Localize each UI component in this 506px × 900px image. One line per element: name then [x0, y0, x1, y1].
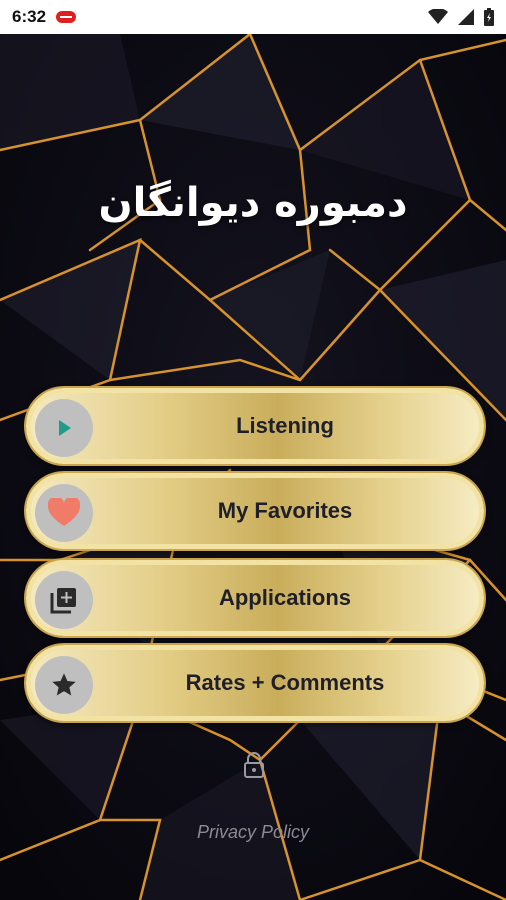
- my-favorites-label: My Favorites: [217, 498, 353, 523]
- wifi-icon: [428, 9, 448, 24]
- star-icon: [52, 673, 76, 696]
- play-icon-circle: [35, 399, 93, 457]
- signal-icon: [458, 9, 474, 25]
- privacy-policy-link[interactable]: Privacy Policy: [0, 822, 506, 843]
- rates-comments-button[interactable]: Rates + Comments: [26, 645, 484, 721]
- listening-label: Listening: [236, 413, 334, 438]
- library-add-icon: [50, 588, 76, 614]
- battery-icon: [484, 8, 494, 26]
- my-favorites-button[interactable]: My Favorites: [26, 473, 484, 549]
- applications-button[interactable]: Applications: [26, 560, 484, 636]
- listening-button[interactable]: Listening: [26, 388, 484, 464]
- status-time: 6:32: [12, 7, 47, 26]
- library-add-icon-circle: [35, 571, 93, 629]
- rates-comments-label: Rates + Comments: [185, 670, 385, 695]
- status-bar: 6:32: [0, 0, 506, 34]
- app-title: دمبوره دیوانگان: [98, 180, 408, 226]
- play-icon: [59, 420, 71, 436]
- star-icon-circle: [35, 656, 93, 714]
- applications-label: Applications: [218, 585, 351, 610]
- heart-icon-circle: [35, 484, 93, 542]
- lock-icon[interactable]: [243, 752, 265, 778]
- heart-icon: [48, 498, 80, 526]
- notification-icon: [56, 11, 77, 23]
